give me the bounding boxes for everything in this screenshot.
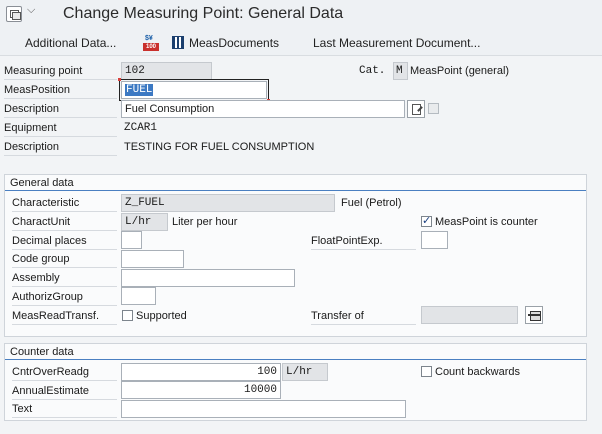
equipment-label: Equipment (4, 120, 117, 137)
characteristic-field: Z_FUEL (121, 194, 335, 212)
measuring-point-label: Measuring point (4, 63, 117, 80)
text-field[interactable] (121, 400, 406, 418)
general-data-title: General data (10, 177, 74, 189)
chevron-down-icon[interactable]: ⌵ (27, 4, 35, 17)
equipment-description-value: TESTING FOR FUEL CONSUMPTION (124, 141, 315, 153)
code-group-label: Code group (12, 251, 117, 268)
characteristic-text: Fuel (Petrol) (341, 197, 402, 209)
charact-unit-field: L/hr (121, 213, 168, 231)
supported-label: Supported (136, 310, 187, 322)
charact-unit-label: CharactUnit (12, 214, 117, 231)
annual-estimate-field[interactable]: 10000 (121, 381, 281, 399)
category-label: Cat. (359, 65, 386, 77)
measuring-point-field: 102 (121, 62, 212, 80)
page-title: Change Measuring Point: General Data (63, 5, 344, 22)
description-label: Description (4, 101, 117, 118)
focus-outline (118, 78, 270, 102)
last-measurement-document-button[interactable]: Last Measurement Document... (313, 34, 480, 52)
count-backwards-label: Count backwards (435, 366, 520, 378)
meas-documents-icon[interactable] (172, 36, 184, 49)
transfer-of-field (421, 306, 518, 324)
counter-data-title: Counter data (10, 346, 74, 358)
meas-documents-button[interactable]: MeasDocuments (189, 34, 279, 52)
supported-checkbox[interactable] (122, 310, 133, 321)
meas-point-is-counter-label: MeasPoint is counter (435, 216, 538, 228)
equipment-description-label: Description (4, 139, 117, 156)
group-divider (5, 359, 586, 360)
additional-data-button[interactable]: Additional Data... (25, 34, 116, 52)
authoriz-group-label: AuthorizGroup (12, 289, 117, 306)
meas-point-is-counter-checkbox[interactable] (421, 214, 432, 227)
transfer-of-label: Transfer of (311, 308, 416, 325)
cntr-over-readg-label: CntrOverReadg (12, 364, 117, 381)
equipment-value: ZCAR1 (124, 122, 158, 134)
count-backwards-checkbox[interactable] (421, 366, 432, 377)
text-label: Text (12, 401, 117, 418)
measurement-reading-icon[interactable]: $¥ 100 (143, 35, 159, 51)
edit-text-icon[interactable] (407, 100, 425, 118)
decimal-places-label: Decimal places (12, 233, 117, 250)
authoriz-group-field[interactable] (121, 287, 156, 305)
meas-read-transf-label: MeasReadTransf. (12, 308, 117, 325)
code-group-field[interactable] (121, 250, 184, 268)
menu-icon[interactable] (6, 6, 22, 22)
cntr-over-readg-unit: L/hr (282, 363, 328, 381)
decimal-places-field[interactable] (121, 231, 142, 249)
cntr-over-readg-field[interactable]: 100 (121, 363, 281, 381)
float-point-exp-field[interactable] (421, 231, 448, 249)
assembly-field[interactable] (121, 269, 295, 287)
float-point-exp-label: FloatPointExp. (311, 233, 416, 250)
category-field: M (393, 62, 408, 80)
assembly-label: Assembly (12, 270, 117, 287)
category-text: MeasPoint (general) (410, 65, 510, 77)
title-bar: ⌵ Change Measuring Point: General Data (0, 0, 602, 30)
meas-position-label: MeasPosition (4, 82, 117, 99)
group-divider (5, 190, 586, 191)
characteristic-label: Characteristic (12, 195, 117, 212)
description-field[interactable]: Fuel Consumption (121, 100, 405, 118)
annual-estimate-label: AnnualEstimate (12, 383, 117, 400)
charact-unit-text: Liter per hour (172, 216, 238, 228)
long-text-checkbox (428, 103, 439, 114)
application-toolbar: Additional Data... $¥ 100 MeasDocuments … (0, 30, 602, 56)
transfer-icon[interactable] (525, 306, 543, 324)
